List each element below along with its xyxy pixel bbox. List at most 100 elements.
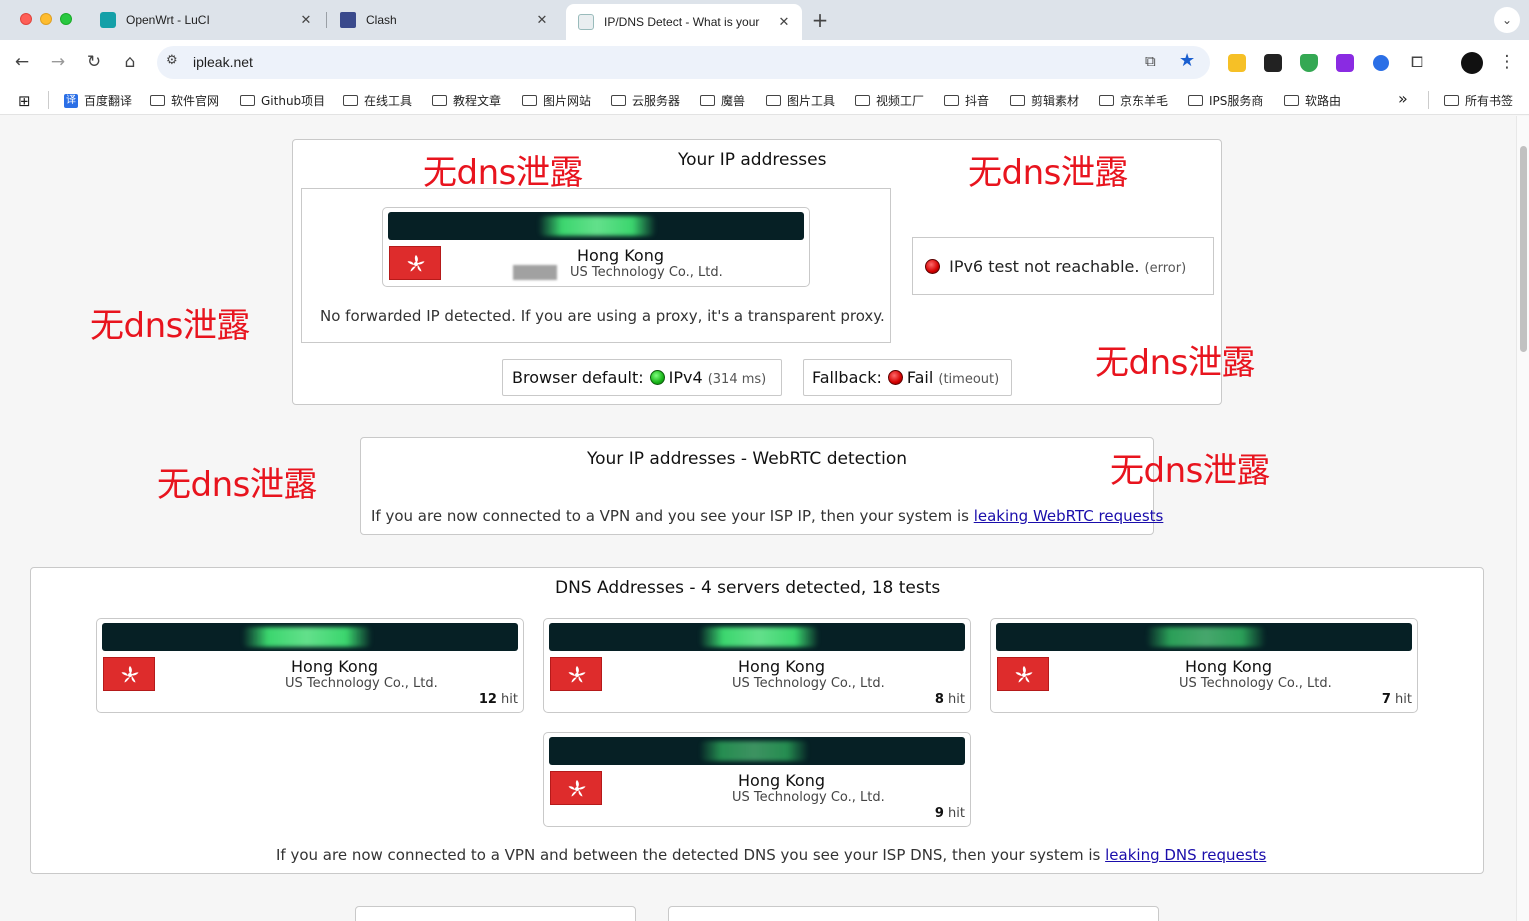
panel-title: Your IP addresses - WebRTC detection bbox=[587, 449, 907, 469]
hit-count: 12 hit bbox=[479, 692, 518, 707]
address-bar[interactable]: ⚙ ipleak.net ⧉ ★ bbox=[157, 46, 1210, 79]
bookmark-star-icon[interactable]: ★ bbox=[1179, 50, 1195, 71]
bookmark-folder[interactable]: 魔兽 bbox=[700, 92, 745, 109]
tab-separator bbox=[326, 12, 327, 28]
new-tab-button[interactable]: + bbox=[808, 8, 832, 32]
scrollbar-thumb[interactable] bbox=[1520, 146, 1527, 352]
dns-server-card: Hong Kong US Technology Co., Ltd. 9 hit bbox=[543, 732, 971, 827]
red-status-icon bbox=[887, 370, 903, 385]
bookmark-folder[interactable]: 软件官网 bbox=[150, 92, 219, 109]
tab-title: OpenWrt - LuCI bbox=[126, 13, 210, 27]
bookmark-folder[interactable]: 图片网站 bbox=[522, 92, 591, 109]
download-extension-icon[interactable] bbox=[1228, 54, 1246, 72]
ip-address-bar bbox=[102, 623, 518, 651]
hit-label: hit bbox=[1395, 692, 1412, 707]
tab-ipleak[interactable]: IP/DNS Detect - What is your ✕ bbox=[566, 4, 802, 40]
webrtc-note: If you are now connected to a VPN and yo… bbox=[371, 507, 1163, 525]
isp-label: US Technology Co., Ltd. bbox=[570, 265, 723, 280]
bookmarks-bar: ⊞ 译 百度翻译 软件官网 Github项目 在线工具 教程文章 图片网站 云服… bbox=[0, 85, 1529, 115]
folder-icon bbox=[432, 95, 447, 106]
install-app-icon[interactable]: ⧉ bbox=[1145, 52, 1156, 70]
bookmark-folder[interactable]: Github项目 bbox=[240, 92, 325, 109]
extension-icon[interactable] bbox=[1264, 54, 1282, 72]
bookmark-folder[interactable]: 图片工具 bbox=[766, 92, 835, 109]
home-button[interactable]: ⌂ bbox=[118, 50, 142, 74]
minimize-window-button[interactable] bbox=[40, 13, 52, 25]
bookmark-label: 软件官网 bbox=[171, 94, 220, 108]
close-window-button[interactable] bbox=[20, 13, 32, 25]
hit-count: 7 hit bbox=[1382, 692, 1412, 707]
bookmark-folder[interactable]: 教程文章 bbox=[432, 92, 501, 109]
forward-button[interactable]: → bbox=[46, 50, 70, 74]
bookmark-label: Github项目 bbox=[261, 94, 326, 108]
tab-strip: OpenWrt - LuCI ✕ Clash ✕ IP/DNS Detect -… bbox=[0, 0, 1529, 40]
divider bbox=[48, 91, 49, 109]
folder-icon bbox=[855, 95, 870, 106]
hit-label: hit bbox=[948, 692, 965, 707]
redacted-ip bbox=[699, 627, 819, 647]
redacted-ip bbox=[1146, 627, 1266, 647]
bauhinia-icon bbox=[1015, 666, 1033, 683]
extensions-puzzle-icon[interactable]: ⧠ bbox=[1405, 50, 1429, 74]
bookmark-folder[interactable]: 剪辑素材 bbox=[1010, 92, 1079, 109]
tab-clash[interactable]: Clash ✕ bbox=[328, 4, 560, 36]
next-panel-right bbox=[668, 906, 1159, 921]
redacted-ip bbox=[699, 741, 809, 761]
page-scrollbar[interactable] bbox=[1516, 116, 1529, 921]
webrtc-leak-link[interactable]: leaking WebRTC requests bbox=[974, 507, 1164, 525]
folder-icon bbox=[700, 95, 715, 106]
city-label: Hong Kong bbox=[577, 246, 664, 265]
more-bookmarks-button[interactable]: » bbox=[1398, 89, 1408, 108]
dns-leak-link[interactable]: leaking DNS requests bbox=[1105, 846, 1266, 864]
ipv6-text: IPv6 test not reachable. bbox=[949, 257, 1140, 276]
reload-button[interactable]: ↻ bbox=[82, 50, 106, 74]
bookmark-item[interactable]: 译 百度翻译 bbox=[64, 92, 132, 109]
maximize-window-button[interactable] bbox=[60, 13, 72, 25]
tab-search-button[interactable]: ⌄ bbox=[1494, 7, 1520, 33]
bauhinia-icon bbox=[568, 780, 586, 797]
no-forward-note: No forwarded IP detected. If you are usi… bbox=[320, 307, 885, 325]
bookmark-folder[interactable]: IPS服务商 bbox=[1188, 92, 1263, 109]
bookmark-folder[interactable]: 京东羊毛 bbox=[1099, 92, 1168, 109]
close-icon[interactable]: ✕ bbox=[774, 14, 794, 30]
fallback-result: Fail bbox=[906, 368, 934, 387]
annotation-label: 无dns泄露 bbox=[1095, 343, 1255, 383]
bookmark-folder[interactable]: 在线工具 bbox=[343, 92, 412, 109]
green-status-icon bbox=[649, 370, 665, 385]
ip-address-bar bbox=[549, 623, 965, 651]
annotation-label: 无dns泄露 bbox=[157, 465, 317, 505]
isp-label: US Technology Co., Ltd. bbox=[732, 676, 885, 691]
webrtc-panel: Your IP addresses - WebRTC detection If … bbox=[360, 437, 1163, 535]
profile-avatar[interactable] bbox=[1461, 52, 1483, 74]
tab-openwrt[interactable]: OpenWrt - LuCI ✕ bbox=[88, 4, 324, 36]
close-icon[interactable]: ✕ bbox=[296, 12, 316, 28]
video-extension-icon[interactable] bbox=[1336, 54, 1354, 72]
city-label: Hong Kong bbox=[738, 771, 825, 790]
close-icon[interactable]: ✕ bbox=[532, 12, 552, 28]
bookmark-folder[interactable]: 抖音 bbox=[944, 92, 989, 109]
browser-default-box: Browser default: IPv4 (314 ms) bbox=[502, 359, 782, 396]
vpn-extension-icon[interactable] bbox=[1373, 55, 1389, 71]
page-content: Your IP addresses Hong Kong US Technolog… bbox=[0, 116, 1516, 921]
hong-kong-flag-icon bbox=[997, 657, 1049, 691]
site-info-icon[interactable]: ⚙ bbox=[166, 53, 178, 68]
browser-default-label: Browser default: bbox=[512, 368, 644, 387]
hit-count: 8 hit bbox=[935, 692, 965, 707]
isp-label: US Technology Co., Ltd. bbox=[285, 676, 438, 691]
folder-icon bbox=[1010, 95, 1025, 106]
bookmark-folder[interactable]: 软路由 bbox=[1284, 92, 1341, 109]
menu-kebab-icon[interactable]: ⋮ bbox=[1495, 50, 1519, 74]
folder-icon bbox=[343, 95, 358, 106]
next-panel-left bbox=[355, 906, 636, 921]
hit-label: hit bbox=[501, 692, 518, 707]
red-status-icon bbox=[925, 259, 940, 274]
back-button[interactable]: ← bbox=[10, 50, 34, 74]
bookmark-folder[interactable]: 视频工厂 bbox=[855, 92, 924, 109]
all-bookmarks-folder[interactable]: 所有书签 bbox=[1444, 92, 1513, 109]
bookmark-label: 所有书签 bbox=[1465, 94, 1514, 108]
folder-icon bbox=[944, 95, 959, 106]
bookmark-folder[interactable]: 云服务器 bbox=[611, 92, 680, 109]
shield-extension-icon[interactable] bbox=[1300, 54, 1318, 72]
annotation-label: 无dns泄露 bbox=[1110, 451, 1270, 491]
apps-grid-icon[interactable]: ⊞ bbox=[18, 92, 31, 110]
